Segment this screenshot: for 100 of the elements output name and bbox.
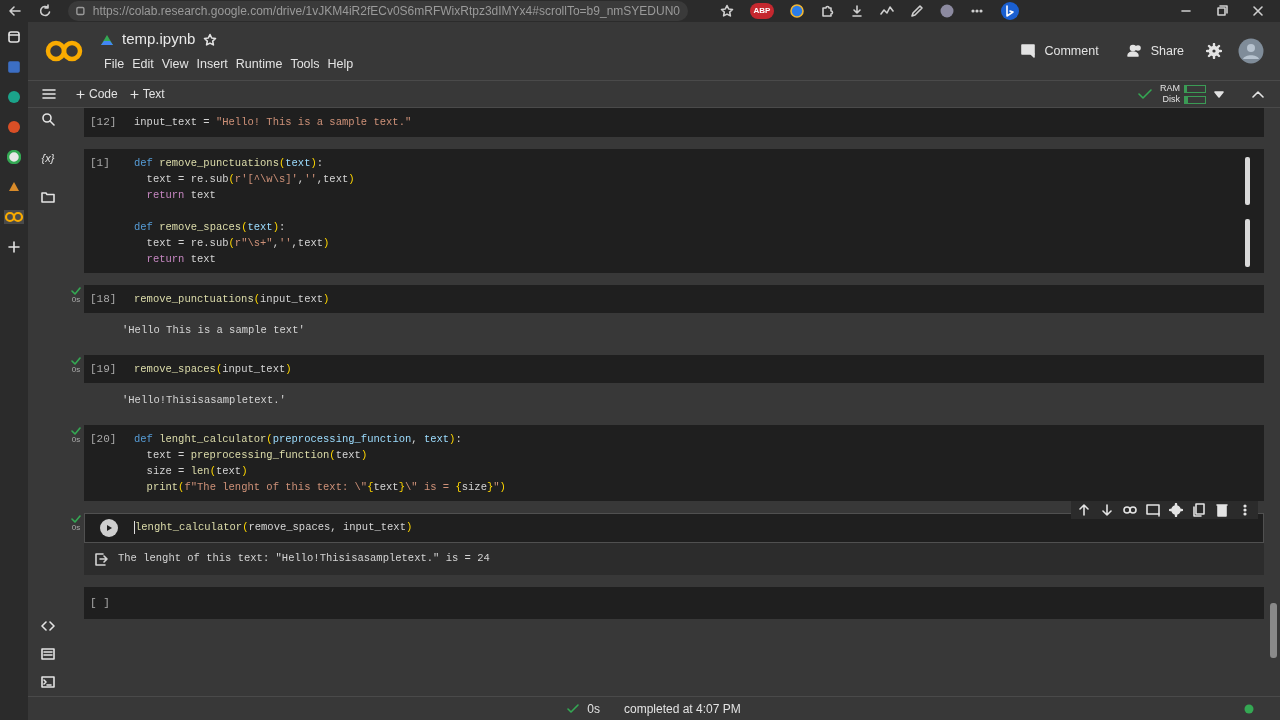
scrollbar-thumb[interactable] [1245, 218, 1250, 267]
variables-button[interactable]: {x} [41, 150, 55, 167]
command-palette-icon[interactable] [41, 648, 55, 660]
star-icon[interactable] [720, 4, 734, 18]
chart-icon[interactable] [880, 4, 894, 18]
up-arrow-icon[interactable] [1077, 503, 1091, 517]
dropdown-icon[interactable] [1214, 90, 1224, 98]
code-cell[interactable]: [20] def lenght_calculator(preprocessing_function, text): text = preprocessing_function(text) size = len(text) print(f"The lenght of this text: \"{text}\" is = {size}") [84, 425, 1264, 501]
chat-icon[interactable] [7, 90, 21, 104]
resource-meter [1184, 95, 1206, 104]
menu-item[interactable]: Insert [192, 54, 232, 74]
extension-badge[interactable]: ABP [750, 3, 774, 19]
run-time: 0s [70, 523, 82, 532]
code-line: input_text = "Hello! This is a sample text." [134, 115, 412, 130]
output-text: 'Hello!Thisisasampletext.' [121, 393, 287, 409]
download-icon[interactable] [850, 4, 864, 18]
menu-item[interactable]: View [157, 54, 193, 74]
code-line: return text [145, 251, 217, 267]
office-icon[interactable] [7, 120, 21, 134]
run-time: 0s [587, 700, 600, 718]
code-cell[interactable]: [18] remove_punctuations(input_text) [84, 284, 1264, 313]
star-icon[interactable] [203, 32, 218, 47]
menu-item[interactable]: Edit [128, 54, 158, 74]
code-line: print(f"The lenght of this text: \"{text}\" is = {size}") [145, 480, 506, 495]
code-line: size = len(text) [145, 464, 249, 479]
execution-count: [1] [89, 155, 111, 171]
comment-icon [1020, 43, 1037, 59]
code-cell[interactable]: [1] def remove_punctuations(text): text = re.sub(r'[^\w\s]','',text) return text def remove_spaces(text): text = re.sub(r"\s+",'',text) return text [84, 148, 1264, 273]
code-line: remove_spaces(input_text) [134, 361, 292, 377]
code-cell[interactable]: lenght_calculator(remove_spaces, input_text) [84, 513, 1264, 543]
drive-icon[interactable] [7, 180, 21, 194]
plus-icon [76, 89, 85, 99]
site-info-icon[interactable] [76, 6, 85, 16]
edit-icon[interactable] [910, 4, 924, 18]
folder-icon[interactable] [41, 190, 55, 203]
menu-icon[interactable] [42, 88, 56, 100]
output-text: The lenght of this text: "Hello!Thisisasampletext." is = 24 [118, 551, 490, 566]
status-text: completed at 4:07 PM [623, 700, 741, 718]
run-time: 0s [70, 364, 82, 374]
header-button[interactable]: Share [1120, 40, 1190, 62]
copy-icon[interactable] [1192, 503, 1206, 517]
assistant-icon[interactable] [1000, 1, 1020, 21]
run-time: 0s [70, 294, 82, 304]
header-button[interactable]: Comment [1014, 40, 1105, 62]
output-icon[interactable] [94, 551, 108, 566]
restore-icon[interactable] [1216, 5, 1228, 17]
colab-logo [44, 39, 84, 63]
execution-count: [ ] [89, 595, 111, 611]
add-icon[interactable] [7, 240, 21, 254]
add-cell-button[interactable]: Code [70, 85, 124, 103]
tab-icon[interactable] [7, 30, 21, 44]
code-line: return text [145, 187, 217, 203]
resource-label: Disk [1162, 94, 1180, 105]
terminal-icon[interactable] [41, 676, 55, 688]
code-line: text = re.sub(r"\s+",'',text) [145, 235, 331, 251]
menu-item[interactable]: File [100, 54, 129, 74]
add-cell-button[interactable]: Text [123, 85, 171, 103]
calendar-icon[interactable] [7, 60, 21, 74]
comment-icon[interactable] [1146, 503, 1160, 517]
play-icon [105, 524, 113, 532]
trash-icon[interactable] [1215, 503, 1229, 517]
code-line: text = re.sub(r'[^\w\s]','',text) [145, 171, 355, 187]
code-line: def remove_spaces(text): [134, 219, 287, 235]
execution-count: [18] [89, 291, 118, 307]
scrollbar-thumb[interactable] [1245, 156, 1250, 205]
search-icon[interactable] [41, 112, 55, 126]
refresh-icon[interactable] [38, 4, 52, 18]
address-bar[interactable]: https://colab.research.google.com/drive/1vJKM4iR2fECv0S6mRFWixRtpz3dIMYx4#scrollTo=b9_nmSYEDUN0 [68, 1, 688, 21]
people-icon [1126, 43, 1143, 59]
run-time: 0s [70, 435, 82, 444]
code-line: def lenght_calculator(preprocessing_function, text): [134, 432, 463, 447]
execution-count: [12] [89, 115, 118, 130]
plus-icon [129, 89, 139, 99]
notebook-title[interactable]: temp.ipynb [122, 28, 196, 51]
collapse-icon[interactable] [1252, 90, 1264, 98]
link-icon[interactable] [1123, 503, 1137, 517]
resource-label: RAM [1160, 83, 1180, 94]
colorful-circle-icon[interactable] [790, 4, 804, 18]
browser-icon[interactable] [7, 150, 21, 164]
down-arrow-icon[interactable] [1100, 503, 1114, 517]
page-scrollbar[interactable] [1270, 603, 1277, 658]
user-avatar[interactable] [1238, 38, 1264, 64]
close-icon[interactable] [1252, 5, 1264, 17]
code-line: remove_punctuations(input_text) [134, 291, 330, 307]
execution-count: [19] [89, 361, 118, 377]
profile-avatar[interactable] [940, 4, 954, 18]
puzzle-icon[interactable] [820, 4, 834, 18]
run-button[interactable] [100, 519, 118, 537]
code-icon[interactable] [41, 620, 55, 632]
menu-item[interactable]: Runtime [231, 54, 287, 74]
drive-icon [100, 33, 114, 46]
output-text: 'Hello This is a sample text' [121, 323, 306, 338]
code-cell[interactable]: [12] input_text = "Hello! This is a sample text." [84, 108, 1264, 137]
code-line: text = preprocessing_function(text) [145, 448, 369, 463]
menu-item[interactable]: Tools [286, 54, 324, 74]
code-line: lenght_calculator(remove_spaces, input_text) [134, 519, 413, 535]
back-icon[interactable] [8, 4, 22, 18]
code-cell[interactable]: [ ] [84, 586, 1264, 619]
code-cell[interactable]: [19] remove_spaces(input_text) [84, 354, 1264, 384]
menu-item[interactable]: Help [323, 54, 358, 74]
